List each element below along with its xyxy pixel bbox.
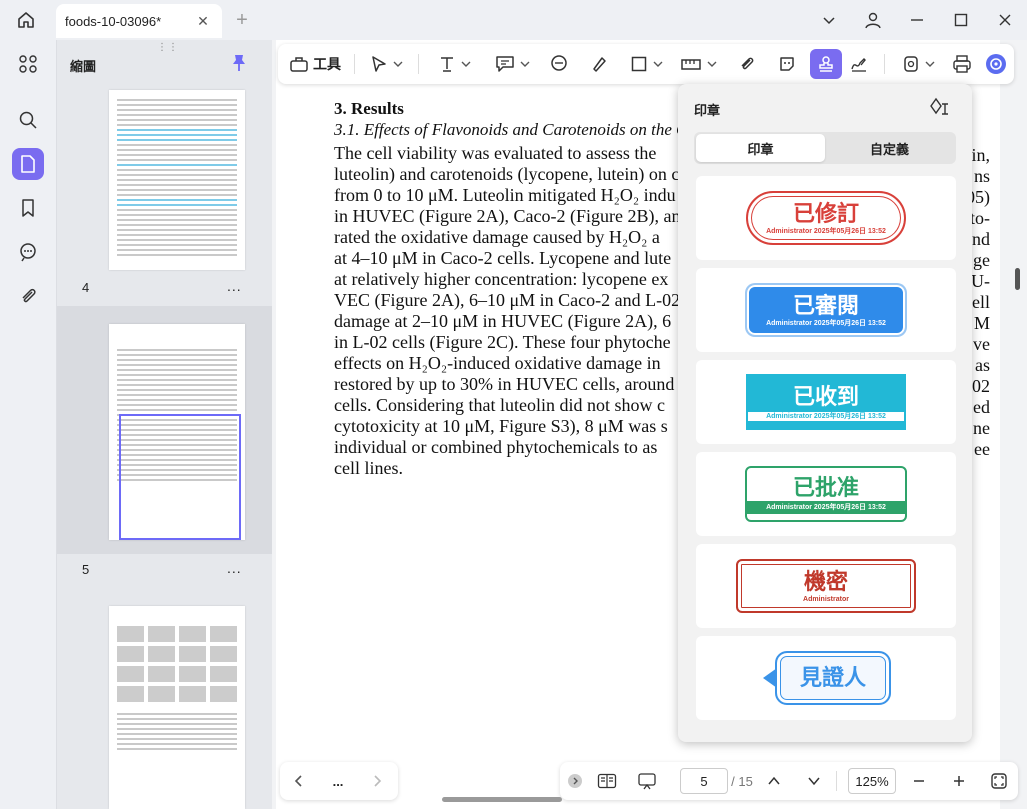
main-toolbar: 工具 bbox=[278, 44, 1014, 84]
search-icon[interactable] bbox=[12, 104, 44, 136]
presentation-icon[interactable] bbox=[634, 769, 660, 793]
stamp-title: 機密 bbox=[803, 568, 848, 594]
stamp-title: 已修訂 bbox=[792, 200, 859, 226]
bookmark-icon[interactable] bbox=[12, 192, 44, 224]
page-more-icon[interactable]: ... bbox=[227, 560, 242, 576]
toolbar-divider bbox=[418, 54, 419, 74]
stamp-settings-icon[interactable] bbox=[928, 96, 950, 121]
pin-icon[interactable] bbox=[231, 54, 247, 77]
stamp-panel: 印章 印章 自定義 已修訂 Administrator 2025年05月26日 … bbox=[678, 84, 972, 742]
panel-grip[interactable]: ⋮⋮ bbox=[157, 42, 179, 53]
page-thumbnail-4[interactable] bbox=[109, 90, 245, 270]
more-icon[interactable]: ... bbox=[326, 769, 350, 793]
attachment-icon[interactable] bbox=[12, 280, 44, 312]
ocr-tool[interactable] bbox=[896, 49, 942, 79]
page-thumbnail-6[interactable] bbox=[109, 606, 245, 809]
stamp-reviewed-card[interactable]: 已審閱 Administrator 2025年05月26日 13:52 bbox=[696, 268, 956, 352]
page-nav-left: ... bbox=[280, 762, 398, 800]
stamp-meta: Administrator bbox=[803, 595, 849, 603]
close-tab-icon[interactable]: ✕ bbox=[194, 12, 212, 30]
page-icon[interactable] bbox=[12, 148, 44, 180]
stamp-meta: Administrator 2025年05月26日 13:52 bbox=[766, 319, 886, 327]
stamp-tool[interactable] bbox=[810, 49, 842, 79]
viewport-indicator[interactable] bbox=[119, 414, 241, 540]
chevron-up-icon[interactable] bbox=[764, 769, 784, 793]
horizontal-scrollbar[interactable] bbox=[442, 797, 562, 802]
stamp-witness: 見證人 bbox=[761, 651, 891, 705]
vertical-scrollbar[interactable] bbox=[1015, 268, 1020, 290]
collapse-toggle-icon[interactable] bbox=[566, 769, 584, 793]
tools-button[interactable]: 工具 bbox=[286, 49, 344, 79]
account-icon[interactable] bbox=[851, 0, 895, 40]
stamp-meta: Administrator 2025年05月26日 13:52 bbox=[766, 227, 886, 235]
fit-page-icon[interactable] bbox=[988, 769, 1010, 793]
thumbnail-panel-title: 縮圖 bbox=[70, 59, 97, 74]
stamp-title: 已收到 bbox=[792, 383, 859, 409]
stamp-tab-switch: 印章 自定義 bbox=[694, 132, 956, 164]
grid-icon[interactable] bbox=[12, 48, 44, 80]
page-more-icon[interactable]: ... bbox=[227, 278, 242, 294]
stamp-meta: Administrator 2025年05月26日 13:52 bbox=[748, 411, 904, 421]
text-tool[interactable] bbox=[432, 49, 478, 79]
chevron-down-icon[interactable] bbox=[807, 0, 851, 40]
attachment-tool[interactable] bbox=[732, 49, 762, 79]
tab-custom[interactable]: 自定義 bbox=[825, 134, 954, 162]
toolbar-divider bbox=[884, 54, 885, 74]
home-icon[interactable] bbox=[10, 6, 42, 34]
page-number-label: 4 bbox=[82, 280, 90, 295]
maximize-icon[interactable] bbox=[939, 0, 983, 40]
note-tool[interactable] bbox=[490, 49, 536, 79]
page-total: / 15 bbox=[731, 773, 753, 789]
left-icon-rail bbox=[0, 40, 56, 809]
toolbar-divider bbox=[354, 54, 355, 74]
sticker-tool[interactable] bbox=[772, 49, 802, 79]
minimize-icon[interactable] bbox=[895, 0, 939, 40]
stamp-received-card[interactable]: 已收到 Administrator 2025年05月26日 13:52 bbox=[696, 360, 956, 444]
comment-tool[interactable] bbox=[544, 49, 574, 79]
window-controls bbox=[807, 0, 1027, 40]
comment-icon[interactable] bbox=[12, 236, 44, 268]
stamp-title: 已批准 bbox=[792, 474, 859, 500]
stamp-received: 已收到 Administrator 2025年05月26日 13:52 bbox=[746, 374, 906, 430]
stamp-witness-card[interactable]: 見證人 bbox=[696, 636, 956, 720]
chevron-right-icon[interactable] bbox=[366, 769, 388, 793]
shape-tool[interactable] bbox=[624, 49, 670, 79]
bar-divider bbox=[836, 771, 837, 791]
print-icon[interactable] bbox=[948, 49, 976, 79]
view-controls-bar: 5 / 15 125% bbox=[560, 762, 1018, 800]
stamp-meta: Administrator 2025年05月26日 13:52 bbox=[747, 500, 905, 514]
document-tab[interactable]: foods-10-03096* ✕ bbox=[56, 4, 222, 38]
stamp-approved: 已批准 Administrator 2025年05月26日 13:52 bbox=[745, 466, 907, 522]
select-tool[interactable] bbox=[364, 49, 410, 79]
reading-mode-icon[interactable] bbox=[594, 769, 620, 793]
zoom-out-icon[interactable] bbox=[908, 769, 930, 793]
add-tab-icon[interactable]: + bbox=[232, 9, 252, 31]
stamp-confidential: 機密 Administrator bbox=[736, 559, 916, 613]
stamp-reviewed: 已審閱 Administrator 2025年05月26日 13:52 bbox=[747, 285, 905, 335]
stamp-title: 已審閱 bbox=[792, 292, 859, 318]
page-number-input[interactable]: 5 bbox=[680, 768, 728, 794]
stamp-revised: 已修訂 Administrator 2025年05月26日 13:52 bbox=[746, 191, 906, 245]
chevron-down-icon[interactable] bbox=[804, 769, 824, 793]
stamp-approved-card[interactable]: 已批准 Administrator 2025年05月26日 13:52 bbox=[696, 452, 956, 536]
thumbnail-panel: ⋮⋮ 縮圖 4 ... 5 ... bbox=[56, 40, 273, 809]
stamp-panel-title: 印章 bbox=[694, 103, 721, 118]
measure-tool[interactable] bbox=[676, 49, 722, 79]
stamp-confidential-card[interactable]: 機密 Administrator bbox=[696, 544, 956, 628]
page-number-label: 5 bbox=[82, 562, 90, 577]
close-window-icon[interactable] bbox=[983, 0, 1027, 40]
zoom-input[interactable]: 125% bbox=[848, 768, 896, 794]
highlighter-tool[interactable] bbox=[584, 49, 614, 79]
title-bar: foods-10-03096* ✕ + bbox=[0, 0, 1027, 40]
tools-label: 工具 bbox=[313, 56, 341, 72]
stamp-title: 見證人 bbox=[799, 665, 866, 690]
tab-title: foods-10-03096* bbox=[65, 13, 162, 29]
stamp-revised-card[interactable]: 已修訂 Administrator 2025年05月26日 13:52 bbox=[696, 176, 956, 260]
chevron-left-icon[interactable] bbox=[288, 769, 310, 793]
signature-tool[interactable] bbox=[846, 49, 872, 79]
zoom-in-icon[interactable] bbox=[948, 769, 970, 793]
ai-assistant-icon[interactable] bbox=[982, 49, 1010, 79]
tab-stamps[interactable]: 印章 bbox=[696, 134, 825, 162]
